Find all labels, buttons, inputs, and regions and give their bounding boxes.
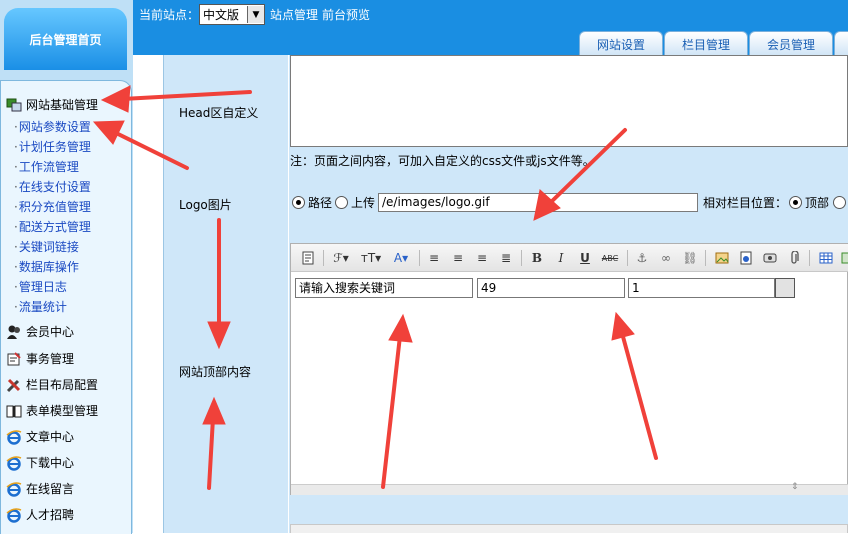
site-basic-icon	[6, 97, 22, 113]
sidebar-item-logs[interactable]: 管理日志	[14, 278, 67, 295]
content-gutter	[133, 55, 164, 533]
sidebar-item-shipping[interactable]: 配送方式管理	[14, 218, 91, 235]
logo-path-radio[interactable]	[292, 196, 305, 209]
head-custom-note: 注：页面之间内容，可加入自定义的css文件或js文件等。	[290, 154, 595, 168]
sidebar-group-member[interactable]: 会员中心	[6, 323, 74, 340]
logo-upload-radio[interactable]	[335, 196, 349, 209]
sidebar-item-workflow[interactable]: 工作流管理	[14, 158, 79, 175]
sidebar-group-basic[interactable]: 网站基础管理	[6, 96, 98, 113]
table-icon[interactable]	[817, 249, 835, 267]
underline-icon[interactable]: U	[577, 249, 593, 267]
ie-icon	[6, 429, 22, 445]
editor-number-input[interactable]: 49	[477, 278, 625, 298]
logo-position-other-radio[interactable]	[833, 196, 847, 209]
font-family-icon[interactable]: ℱ▾	[329, 249, 353, 267]
align-center-icon[interactable]: ≡	[449, 249, 467, 267]
resize-grip-icon: ⇕	[791, 482, 799, 492]
more-tools-icon[interactable]	[841, 249, 848, 267]
sidebar-item-database[interactable]: 数据库操作	[14, 258, 79, 275]
member-icon	[6, 324, 22, 340]
sidebar-item-schedule[interactable]: 计划任务管理	[14, 138, 91, 155]
logo-position-options: 相对栏目位置： 顶部	[703, 194, 847, 211]
bold-icon[interactable]: B	[529, 249, 545, 267]
affairs-icon	[6, 351, 22, 367]
logo-label: Logo图片	[179, 198, 232, 212]
sidebar-group-forms[interactable]: 表单模型管理	[6, 402, 98, 419]
current-site-label: 当前站点：	[139, 8, 200, 22]
sidebar-group-downloads[interactable]: 下载中心	[6, 454, 74, 471]
sidebar-item-site-params[interactable]: 网站参数设置	[14, 118, 91, 135]
align-right-icon[interactable]: ≡	[473, 249, 491, 267]
link-icon[interactable]: ∞	[657, 249, 675, 267]
sidebar-group-jobs[interactable]: 人才招聘	[6, 506, 74, 523]
align-left-icon[interactable]: ≡	[425, 249, 443, 267]
insert-flash-icon[interactable]	[737, 249, 755, 267]
tools-icon	[6, 377, 22, 393]
ie-icon	[6, 481, 22, 497]
head-custom-textarea[interactable]	[290, 55, 848, 147]
site-select[interactable]: 中文版 ▼	[199, 4, 265, 25]
ie-icon	[6, 507, 22, 523]
logo-path-input[interactable]: /e/images/logo.gif	[378, 193, 698, 212]
ie-icon	[6, 455, 22, 471]
sidebar-item-traffic[interactable]: 流量统计	[14, 298, 67, 315]
italic-icon[interactable]: I	[553, 249, 569, 267]
sidebar-item-points[interactable]: 积分充值管理	[14, 198, 91, 215]
editor-value-input[interactable]: 1	[628, 278, 775, 298]
top-content-label: 网站顶部内容	[179, 365, 252, 379]
chevron-down-icon: ▼	[247, 6, 264, 23]
admin-home-button[interactable]: 后台管理首页	[4, 8, 127, 70]
unlink-icon[interactable]: ⛓	[681, 249, 699, 267]
attachment-icon[interactable]	[785, 249, 803, 267]
insert-media-icon[interactable]	[761, 249, 779, 267]
tab-more[interactable]	[834, 31, 848, 56]
font-color-icon[interactable]: A▾	[389, 249, 413, 267]
tab-member-manage[interactable]: 会员管理	[749, 31, 833, 56]
logo-source-options: 路径 上传	[292, 194, 375, 211]
tab-site-settings[interactable]: 网站设置	[579, 31, 663, 56]
sidebar-item-payment[interactable]: 在线支付设置	[14, 178, 91, 195]
editor-toolbar: ℱ▾ тT▾ A▾ ≡ ≡ ≡ ≣ B I U ABC ⚓ ∞ ⛓	[291, 244, 848, 272]
sidebar-group-guestbook[interactable]: 在线留言	[6, 480, 74, 497]
next-editor-toolbar	[290, 524, 848, 533]
logo-position-top-radio[interactable]	[789, 196, 803, 209]
anchor-icon[interactable]: ⚓	[633, 249, 651, 267]
tab-column-manage[interactable]: 栏目管理	[664, 31, 748, 56]
sidebar-group-articles[interactable]: 文章中心	[6, 428, 74, 445]
strikethrough-icon[interactable]: ABC	[599, 249, 621, 267]
editor-resize-handle[interactable]: ⇕	[291, 482, 848, 495]
insert-image-icon[interactable]	[713, 249, 731, 267]
form-book-icon	[6, 403, 22, 419]
front-preview-link[interactable]: 前台预览	[322, 6, 370, 23]
source-icon[interactable]	[299, 249, 317, 267]
sidebar-item-keyword-links[interactable]: 关键词链接	[14, 238, 79, 255]
align-justify-icon[interactable]: ≣	[497, 249, 515, 267]
editor-embedded-button[interactable]	[775, 278, 795, 298]
head-custom-label: Head区自定义	[179, 106, 259, 120]
sidebar-group-layout[interactable]: 栏目布局配置	[6, 376, 98, 393]
site-manage-link[interactable]: 站点管理	[270, 6, 318, 23]
search-keyword-input[interactable]: 请输入搜索关键词	[295, 278, 473, 298]
sidebar-group-affairs[interactable]: 事务管理	[6, 350, 74, 367]
font-size-icon[interactable]: тT▾	[359, 249, 383, 267]
form-label-column	[164, 55, 288, 533]
